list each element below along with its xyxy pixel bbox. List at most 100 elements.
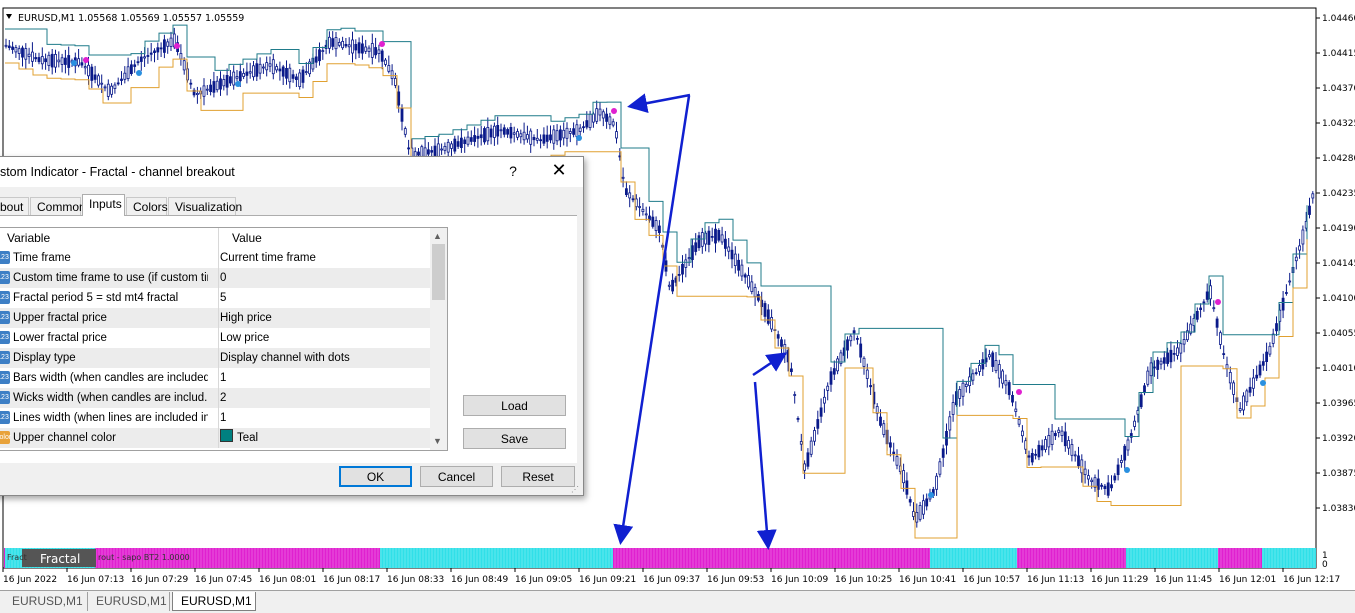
candle-body	[1166, 352, 1169, 364]
candle-body	[1215, 318, 1219, 328]
input-value[interactable]: Display channel with dots	[220, 348, 350, 368]
price-axis-label: 1.04460	[1322, 14, 1355, 24]
input-value[interactable]: 2	[220, 388, 226, 408]
scroll-down-icon[interactable]: ▼	[433, 436, 442, 446]
candle-body	[641, 208, 645, 213]
candle-body	[215, 80, 219, 91]
chart-tab-1[interactable]: EURUSD,M1	[4, 592, 88, 611]
input-value[interactable]: 1	[220, 408, 226, 428]
tab-about[interactable]: bout	[0, 197, 29, 215]
tab-colors[interactable]: Colors	[126, 197, 168, 215]
upper-fractal-dot	[83, 57, 89, 63]
chart-tab-2[interactable]: EURUSD,M1	[88, 592, 170, 611]
candle-body	[1271, 333, 1275, 344]
upper-fractal-dot	[174, 43, 180, 49]
candle-body	[1027, 455, 1031, 458]
tab-visualization[interactable]: Visualization	[168, 197, 242, 215]
input-value[interactable]: Teal	[220, 428, 258, 448]
candle-body	[542, 134, 546, 144]
price-axis-label: 1.04370	[1322, 84, 1355, 94]
input-row[interactable]: 123Fractal period 5 = std mt4 fractal 5	[0, 288, 430, 308]
candle-body	[813, 430, 816, 442]
input-row[interactable]: 123Display type Display channel with dots	[0, 348, 430, 368]
input-value[interactable]: Low price	[220, 328, 269, 348]
candle-body	[1116, 464, 1120, 476]
scroll-up-icon[interactable]: ▲	[433, 231, 442, 241]
input-row[interactable]: 123Lines width (when lines are included …	[0, 408, 430, 428]
input-row[interactable]: 123Custom time frame to use (if custom t…	[0, 268, 430, 288]
input-row[interactable]: 123Time frame Current time frame	[0, 248, 430, 268]
input-name: Lines width (when lines are included in …	[13, 412, 208, 424]
candle-body	[714, 228, 717, 244]
lower-fractal-dot	[576, 135, 582, 141]
candle-body	[522, 131, 526, 141]
input-row[interactable]: 123Wicks width (when candles are includ.…	[0, 388, 430, 408]
candle-body	[922, 500, 925, 515]
candle-body	[285, 68, 288, 79]
candle-body	[334, 37, 338, 50]
candle-body	[1054, 432, 1057, 437]
input-value[interactable]: Current time frame	[220, 248, 316, 268]
column-header-variable[interactable]: Variable	[0, 228, 218, 248]
input-row[interactable]: 123Lower fractal price Low price	[0, 328, 430, 348]
column-divider	[218, 288, 219, 308]
candle-body	[509, 127, 513, 139]
candle-body	[991, 352, 995, 367]
chart-tab-3-active[interactable]: EURUSD,M1	[172, 592, 256, 611]
candle-body	[384, 59, 387, 65]
candle-body	[766, 309, 770, 324]
input-value[interactable]: High price	[220, 308, 272, 328]
grid-scrollbar[interactable]: ▲ ▼	[430, 228, 447, 450]
time-axis-label: 16 Jun 10:09	[771, 575, 828, 585]
candle-body	[446, 141, 450, 153]
inputs-grid[interactable]: Variable Value 123Time frameCurrent time…	[0, 227, 448, 451]
input-row[interactable]: 123Upper fractal price High price	[0, 308, 430, 328]
dialog-titlebar[interactable]: ustom Indicator - Fractal - channel brea…	[0, 157, 583, 187]
candle-body	[1139, 394, 1143, 408]
histogram-segment	[578, 548, 613, 568]
candle-body	[1037, 444, 1041, 458]
candle-body	[1093, 477, 1097, 488]
candle-body	[483, 128, 486, 143]
input-value[interactable]: 5	[220, 288, 226, 308]
candle-body	[908, 499, 912, 503]
candle-body	[605, 113, 608, 122]
candle-body	[443, 145, 447, 151]
candle-body	[459, 137, 463, 149]
column-header-value[interactable]: Value	[218, 228, 430, 248]
scroll-thumb[interactable]	[432, 244, 445, 300]
cancel-button[interactable]: Cancel	[420, 466, 493, 487]
input-row[interactable]: colorUpper channel color Teal	[0, 428, 430, 448]
candle-body	[572, 128, 575, 135]
help-button[interactable]: ?	[503, 163, 523, 179]
candle-body	[964, 383, 968, 387]
save-button[interactable]: Save	[463, 428, 566, 449]
candle-body	[1288, 280, 1292, 283]
input-value[interactable]: 1	[220, 368, 226, 388]
candle-body	[304, 71, 308, 73]
candle-body	[344, 44, 348, 47]
candle-body	[727, 246, 731, 252]
candle-body	[935, 475, 938, 490]
input-row[interactable]: 123Bars width (when candles are included…	[0, 368, 430, 388]
candle-body	[54, 54, 57, 68]
candle-body	[539, 139, 542, 142]
candle-body	[238, 71, 242, 82]
candle-body	[1176, 347, 1179, 356]
ok-button[interactable]: OK	[339, 466, 412, 487]
price-axis-label: 1.04280	[1322, 154, 1355, 164]
load-button[interactable]: Load	[463, 395, 566, 416]
color-name: Teal	[237, 432, 259, 444]
resize-grip-icon[interactable]: ⋰	[571, 485, 579, 494]
candle-body	[370, 43, 374, 58]
candle-body	[417, 151, 420, 156]
candle-body	[11, 46, 15, 50]
candle-body	[278, 68, 282, 72]
candle-body	[588, 113, 592, 129]
candle-body	[981, 359, 985, 370]
input-value[interactable]: 0	[220, 268, 226, 288]
tab-inputs[interactable]: Inputs	[82, 194, 125, 216]
reset-button[interactable]: Reset	[501, 466, 575, 487]
close-icon[interactable]: ✕	[546, 160, 572, 181]
tab-common[interactable]: Common	[30, 197, 86, 215]
